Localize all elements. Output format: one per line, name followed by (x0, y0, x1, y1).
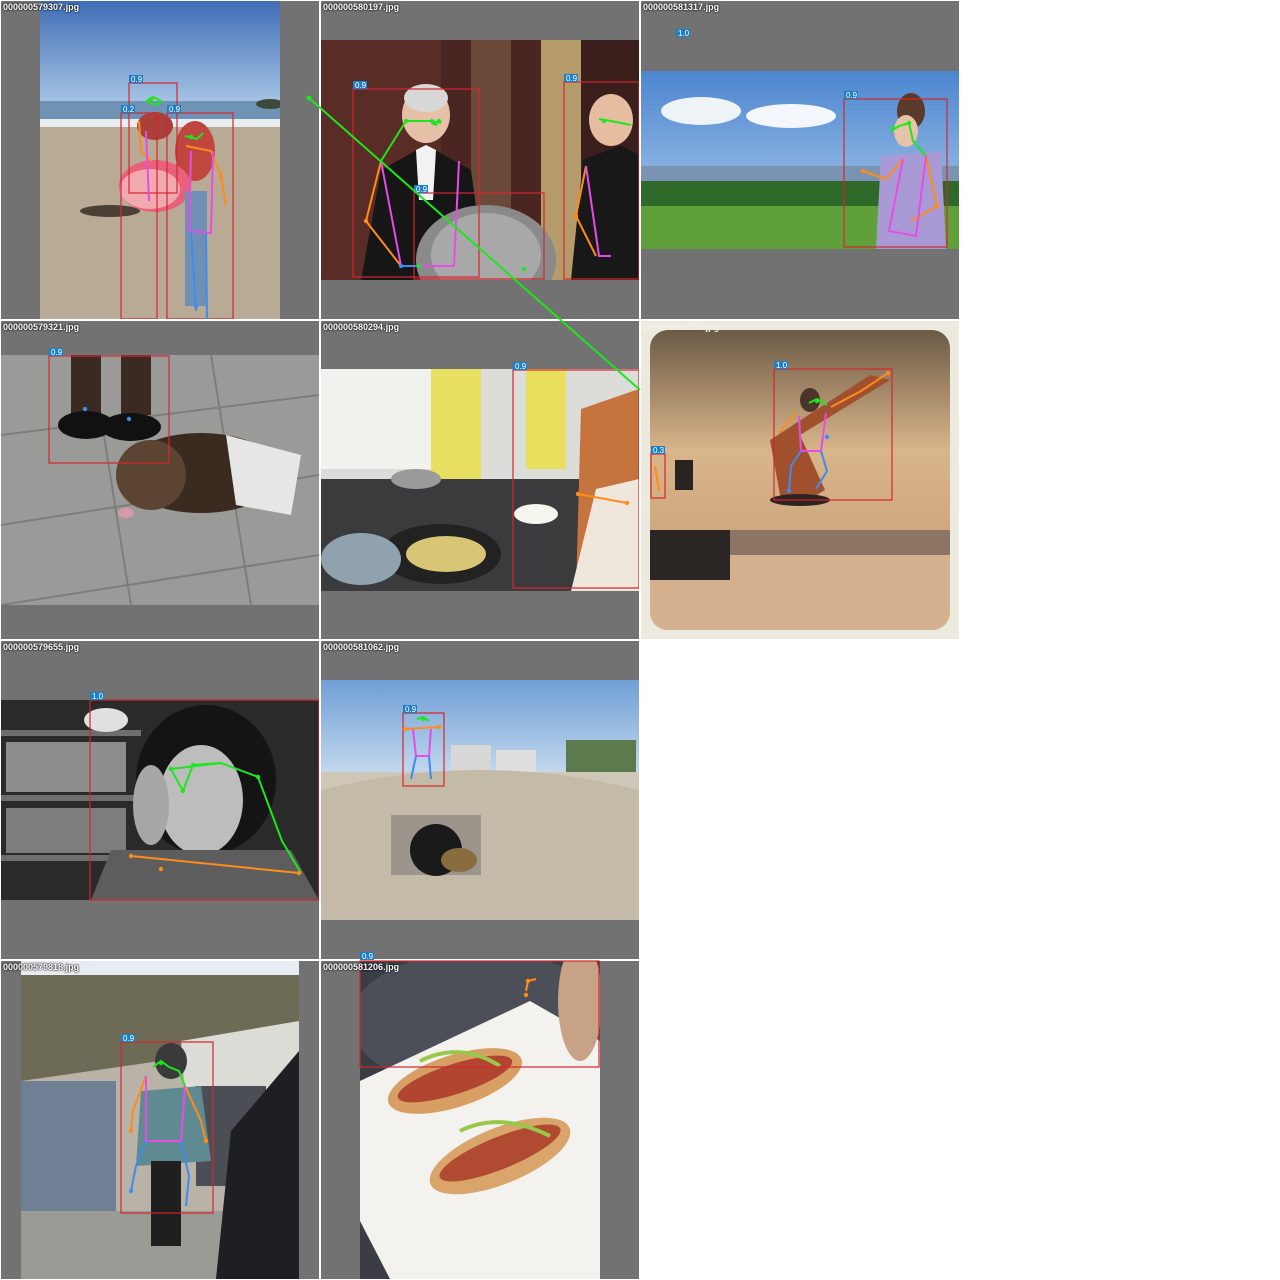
tile-579655[interactable]: 1.0 000000579655.jpg (1, 641, 319, 959)
score-label: 0.9 (51, 348, 63, 357)
annotation-overlay: 0.9 (512, 362, 639, 589)
bbox-person (650, 453, 666, 499)
tile-581206[interactable]: 0.9 000000581206.jpg (321, 952, 639, 1279)
bbox-person (89, 699, 319, 901)
score-label: 0.9 (416, 185, 428, 194)
score-label: 0.9 (123, 1034, 135, 1043)
bbox-person (402, 712, 445, 787)
bbox-person (843, 98, 948, 248)
tile-579307[interactable]: 0.9 0.2 0.9 000000579307.jpg (1, 1, 319, 319)
annotation-overlay: 0.9 (48, 348, 170, 464)
annotation-overlay: 0.9 (402, 705, 445, 787)
score-label: 1.0 (92, 692, 104, 701)
score-label: 0.3 (653, 446, 665, 455)
tile-579818[interactable]: 0.9 000000579818.jpg (1, 961, 319, 1279)
bbox-person (563, 81, 639, 280)
annotation-overlay: 0.9 (120, 1034, 214, 1214)
score-label: 0.9 (355, 81, 367, 90)
annotation-overlay: 0.9 0.9 0.9 (352, 74, 639, 280)
image-filename: 000000579655.jpg (3, 642, 80, 652)
tile-579321[interactable]: 0.9 000000579321.jpg (1, 321, 319, 639)
score-label: 0.9 (362, 952, 374, 961)
score-label: 0.9 (846, 91, 858, 100)
image-filename: 000000581206.jpg (323, 962, 400, 972)
image-filename: 000000581062.jpg (323, 642, 400, 652)
annotation-overlay: 0.9 (359, 952, 600, 1068)
bbox-person (773, 368, 893, 501)
tile-581062[interactable]: 0.9 000000581062.jpg (321, 641, 639, 959)
image-filename: 000000581357.jpg (643, 322, 720, 332)
bbox-person (120, 1041, 214, 1214)
annotation-overlay: 1.0 0.3 (650, 361, 893, 501)
score-label: 0.9 (405, 705, 417, 714)
bbox-person (359, 960, 600, 1068)
bbox-person (512, 369, 639, 589)
image-filename: 000000579321.jpg (3, 322, 80, 332)
image-filename: 000000579818.jpg (3, 962, 80, 972)
bbox-person (352, 88, 480, 278)
score-label: 1.0 (776, 361, 788, 370)
image-filename: 000000580294.jpg (323, 322, 400, 332)
tile-581357[interactable]: 1.0 0.3 000000581357.jpg (641, 321, 959, 639)
score-label: 0.9 (515, 362, 527, 371)
image-filename: 000000579307.jpg (3, 2, 80, 12)
image-filename: 000000580197.jpg (323, 2, 400, 12)
score-label: 0.9 (131, 75, 143, 84)
annotation-overlay: 1.0 (89, 692, 319, 901)
score-label: 0.9 (169, 105, 181, 114)
annotation-overlay: 1.0 0.9 (676, 29, 948, 248)
bbox-person (48, 355, 170, 464)
bbox-person (120, 112, 158, 319)
tile-581317[interactable]: 1.0 0.9 000000581317.jpg (641, 1, 959, 319)
tile-580197[interactable]: 0.9 0.9 0.9 000000580197.jpg (321, 1, 639, 319)
score-label: 1.0 (678, 29, 690, 38)
tile-580294[interactable]: 0.9 000000580294.jpg (321, 321, 639, 639)
score-label: 0.2 (123, 105, 135, 114)
image-filename: 000000581317.jpg (643, 2, 720, 12)
annotation-overlay: 0.9 0.2 0.9 (120, 75, 234, 319)
score-label: 0.9 (566, 74, 578, 83)
